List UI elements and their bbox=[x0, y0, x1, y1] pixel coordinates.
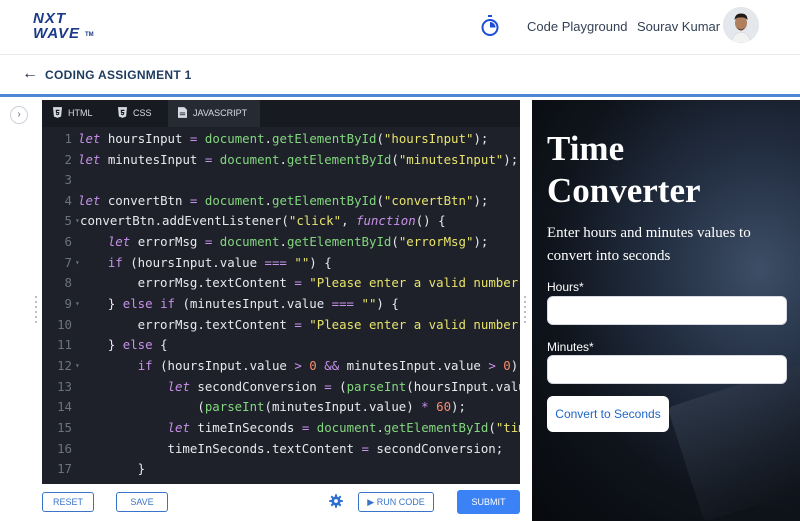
left-resize-handle[interactable] bbox=[35, 296, 37, 324]
editor-tabs: HTML CSS JAVASCRIPT bbox=[42, 100, 520, 127]
user-name[interactable]: Sourav Kumar bbox=[637, 19, 720, 34]
hours-input[interactable] bbox=[547, 296, 787, 325]
avatar[interactable] bbox=[723, 7, 759, 43]
reset-button[interactable]: RESET bbox=[42, 492, 94, 512]
code-line: let timeInSeconds = document.getElementB… bbox=[167, 420, 520, 435]
line-number: 17 bbox=[57, 461, 72, 476]
preview-title: Time Converter bbox=[547, 128, 701, 212]
assignment-header: ← CODING ASSIGNMENT 1 bbox=[0, 56, 800, 94]
code-line: convertBtn.addEventListener("click", fun… bbox=[80, 213, 446, 228]
line-number: 14 bbox=[57, 399, 72, 414]
line-number: 4 bbox=[64, 193, 72, 208]
file-icon bbox=[178, 107, 187, 118]
preview-description: Enter hours and minutes values to conver… bbox=[547, 225, 751, 264]
code-line: } bbox=[78, 461, 146, 476]
css3-icon bbox=[118, 107, 127, 118]
top-navbar: NXT WAVE TM Code Playground Sourav Kumar bbox=[0, 0, 800, 55]
line-number: 10 bbox=[57, 317, 72, 332]
line-number: 9 bbox=[64, 296, 72, 311]
line-number: 7 bbox=[64, 255, 72, 270]
save-button[interactable]: SAVE bbox=[116, 492, 168, 512]
line-number: 16 bbox=[57, 441, 72, 456]
code-line: let minutesInput = document.getElementBy… bbox=[78, 152, 519, 167]
line-number: 12 bbox=[57, 358, 72, 373]
expand-sidebar-button[interactable]: › bbox=[10, 106, 28, 124]
submit-button[interactable]: SUBMIT bbox=[457, 490, 520, 514]
line-number: 13 bbox=[57, 379, 72, 394]
code-area[interactable]: 1 2 3 4 5 6 7 8 9 10 11 12 13 14 15 16 1… bbox=[42, 127, 520, 484]
code-line: errorMsg.textContent = "Please enter a v… bbox=[78, 317, 520, 332]
minutes-label: Minutes* bbox=[547, 340, 594, 354]
line-number: 15 bbox=[57, 420, 72, 435]
preview-title-line1: Time bbox=[547, 129, 625, 168]
user-photo-icon bbox=[723, 7, 759, 43]
pane-resize-handle[interactable] bbox=[524, 296, 526, 324]
code-line: (parseInt(minutesInput.value) * 60); bbox=[78, 399, 466, 414]
logo-trademark: TM bbox=[85, 32, 94, 38]
tab-css-label: CSS bbox=[133, 108, 152, 118]
tab-javascript[interactable]: JAVASCRIPT bbox=[168, 100, 260, 127]
tab-css[interactable]: CSS bbox=[105, 100, 167, 127]
line-number: 5 bbox=[64, 213, 72, 228]
run-code-button[interactable]: ▶ RUN CODE bbox=[358, 492, 434, 512]
page-title: CODING ASSIGNMENT 1 bbox=[45, 68, 192, 82]
line-number: 8 bbox=[64, 275, 72, 290]
back-arrow-icon[interactable]: ← bbox=[22, 65, 38, 83]
convert-to-seconds-button[interactable]: Convert to Seconds bbox=[547, 396, 669, 432]
stopwatch-icon[interactable] bbox=[480, 15, 500, 37]
logo-text-line2: WAVE bbox=[33, 25, 81, 42]
code-line: if (hoursInput.value > 0 && minutesInput… bbox=[137, 358, 519, 373]
tab-html[interactable]: HTML bbox=[42, 100, 104, 127]
tab-javascript-label: JAVASCRIPT bbox=[193, 108, 248, 118]
header-divider bbox=[0, 94, 800, 97]
preview-title-line2: Converter bbox=[547, 171, 701, 210]
code-line: let convertBtn = document.getElementById… bbox=[78, 193, 489, 208]
code-line: let hoursInput = document.getElementById… bbox=[78, 131, 489, 146]
code-line: timeInSeconds.textContent = secondConver… bbox=[78, 441, 504, 456]
code-line: } else { bbox=[78, 337, 168, 352]
nav-code-playground[interactable]: Code Playground bbox=[527, 19, 627, 34]
code-editor[interactable]: HTML CSS JAVASCRIPT 1 2 3 4 5 6 7 8 9 10… bbox=[42, 100, 520, 484]
code-line: errorMsg.textContent = "Please enter a v… bbox=[78, 275, 520, 290]
line-number: 3 bbox=[64, 172, 72, 187]
output-preview: Time Converter Enter hours and minutes v… bbox=[532, 100, 800, 521]
code-line: if (hoursInput.value === "") { bbox=[107, 255, 332, 270]
tab-html-label: HTML bbox=[68, 108, 93, 118]
line-number: 2 bbox=[64, 152, 72, 167]
nxtwave-logo[interactable]: NXT WAVE TM bbox=[33, 10, 103, 42]
line-number: 11 bbox=[57, 337, 72, 352]
hours-label: Hours* bbox=[547, 280, 584, 294]
code-line: let secondConversion = (parseInt(hoursIn… bbox=[167, 379, 520, 394]
html5-icon bbox=[53, 107, 62, 118]
gear-icon[interactable] bbox=[329, 494, 343, 508]
line-number: 1 bbox=[64, 131, 72, 146]
code-line: } else if (minutesInput.value === "") { bbox=[78, 296, 399, 311]
minutes-input[interactable] bbox=[547, 355, 787, 384]
line-number: 6 bbox=[64, 234, 72, 249]
code-line: let errorMsg = document.getElementById("… bbox=[107, 234, 489, 249]
